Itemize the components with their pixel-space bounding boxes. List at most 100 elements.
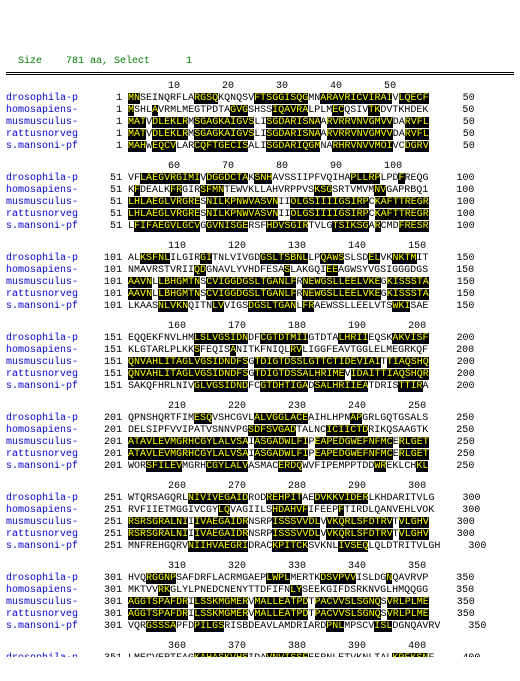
end-pos: 100 [435,197,475,209]
sequence: MKTVVRKGLYLPNEDCNENYTTDFIFNLYSEEKGIFDSRK… [128,585,428,596]
size-value: 781 aa, [66,56,108,67]
species-name: s.mansoni-pf [6,301,94,313]
species-name: homosapiens- [6,185,94,197]
species-name: drosophila-p [6,173,94,185]
species-name: rattusnorveg [6,209,94,221]
sequence: NMAVRSTVRIIQDGNAVLYVHDFESASLAKGQIEEAGWSY… [128,265,428,276]
sequence: AAVNLLBHGMTNSCVIGGDGSLTGANLFRNEWGSLLEELV… [128,277,429,288]
start-pos: 301 [94,621,122,633]
end-pos: 200 [434,345,474,357]
sequence: SAKQFHRLNIVGLVGSIDNDFCGTDHTIGADSALHRIIEA… [128,381,429,392]
start-pos: 301 [94,573,122,585]
ruler: 60 70 80 90 100 [6,161,402,172]
size-label: Size [6,56,66,67]
species-name: s.mansoni-pf [6,381,94,393]
end-pos: 50 [435,117,475,129]
species-name: rattusnorveg [6,449,94,461]
start-pos: 151 [94,333,122,345]
end-pos: 350 [434,573,474,585]
start-pos: 251 [94,493,122,505]
end-pos: 50 [435,93,475,105]
ruler: 160 170 180 190 200 [6,321,426,332]
sequence: RSRSGRALNIIIVAEGAIDRNSRPISSSVVDLVVKQRLSF… [128,529,429,540]
start-pos: 101 [94,253,122,265]
sequence: QPNSHQRTFIMESQVSHCGVLALVGGLACEAIHLHPNAPG… [128,413,428,424]
start-pos: 301 [94,597,122,609]
species-name: rattusnorveg [6,369,94,381]
start-pos: 351 [94,653,122,657]
species-name: drosophila-p [6,333,94,345]
divider [6,72,514,75]
species-name: s.mansoni-pf [6,461,94,473]
sequence: LHLAEGLVRGRESNILKPNWVASVNIIOLGSIIIIGSIRP… [128,209,429,220]
species-name: drosophila-p [6,253,94,265]
start-pos: 201 [94,425,122,437]
end-pos: 150 [435,289,475,301]
species-name: rattusnorveg [6,129,94,141]
start-pos: 151 [94,345,122,357]
sequence: KLGTARLPLKKSFEQISANITKFNIQLRVLIGGFEAVTGG… [128,345,428,356]
end-pos: 100 [434,185,474,197]
sequence: AGGTSPAFDRILSSKMGMERVMALLEATPDTPACVVSLSG… [128,609,429,620]
sequence: VQRGSSSAPFDPILGSRISBDEAVLAMDRIARDPNLMPSC… [128,621,440,632]
species-name: homosapiens- [6,105,94,117]
ruler: 310 320 330 340 350 [6,561,426,572]
end-pos: 300 [446,541,486,553]
end-pos: 300 [435,529,475,541]
start-pos: 251 [94,505,122,517]
sequence: ALKSFNLILGIRGITNLVIVGDGSLTSBNLLPQAWSSLSD… [128,253,429,264]
start-pos: 51 [94,221,122,233]
start-pos: 101 [94,289,122,301]
species-name: drosophila-p [6,93,94,105]
sequence: MNFREHGQRVNIIHVAEGRIDRACKPITCKSVKNLIVSEQ… [128,541,440,552]
sequence: EQQEKFNVLHMLSLVGSIDNDFCGTDTMIIGTDTALHRII… [128,333,429,344]
species-name: drosophila-p [6,413,94,425]
end-pos: 200 [435,381,475,393]
end-pos: 250 [435,437,475,449]
sequence: LHLAEGLVRGRESNILKPNWVASVNIIOLGSIIIIGSIRP… [128,197,429,208]
ruler: 360 370 380 390 400 [6,641,426,652]
sequence: LKAASNLVKNQITNLVVIGSDGSLTGANLFRAEWSSLLEE… [128,301,428,312]
sequence: LFIFAEGVLGCVGGVNISGERSFHDVSGIRTVLGTSIKSG… [128,221,429,232]
start-pos: 101 [94,277,122,289]
start-pos: 301 [94,585,122,597]
end-pos: 400 [440,653,480,657]
end-pos: 150 [434,265,474,277]
end-pos: 350 [435,597,475,609]
end-pos: 300 [440,505,480,517]
end-pos: 350 [446,621,486,633]
end-pos: 100 [435,173,475,185]
end-pos: 200 [435,369,475,381]
species-name: s.mansoni-pf [6,621,94,633]
species-name: homosapiens- [6,425,94,437]
sequence: MAHWEQCVLARCQFTGECISALISGDARIQGMNARHRVNV… [128,141,429,152]
start-pos: 51 [94,197,122,209]
species-name: drosophila-p [6,573,94,585]
species-name: rattusnorveg [6,529,94,541]
end-pos: 250 [435,449,475,461]
start-pos: 51 [94,209,122,221]
start-pos: 201 [94,437,122,449]
select-value: 1 [186,56,192,67]
species-name: musmusculus- [6,277,94,289]
end-pos: 200 [435,357,475,369]
species-name: musmusculus- [6,357,94,369]
species-name: homosapiens- [6,265,94,277]
species-name: s.mansoni-pf [6,141,94,153]
end-pos: 250 [434,461,474,473]
ruler: 260 270 280 290 300 [6,481,426,492]
end-pos: 250 [434,413,474,425]
sequence: ATAVLEVMGRHCGYLALVSAIASGADWLFIPEAPEDGWEF… [128,449,429,460]
start-pos: 151 [94,369,122,381]
end-pos: 150 [435,253,475,265]
sequence: AAVNLLBHGMTNSCVIGGDGSLTGANLFRNEWGSLLEELV… [128,289,429,300]
sequence: LMECVERTFAGKAHASKVHSIDAVNVISSFEERNLETVKN… [128,653,434,657]
start-pos: 1 [94,117,122,129]
end-pos: 250 [434,425,474,437]
end-pos: 50 [434,105,474,117]
species-name: musmusculus- [6,197,94,209]
species-name: musmusculus- [6,597,94,609]
start-pos: 201 [94,449,122,461]
start-pos: 101 [94,265,122,277]
sequence: HVQRGGNPSAFDRFLACRMGAEPLWPLMERTKDSVPVVIS… [128,573,428,584]
